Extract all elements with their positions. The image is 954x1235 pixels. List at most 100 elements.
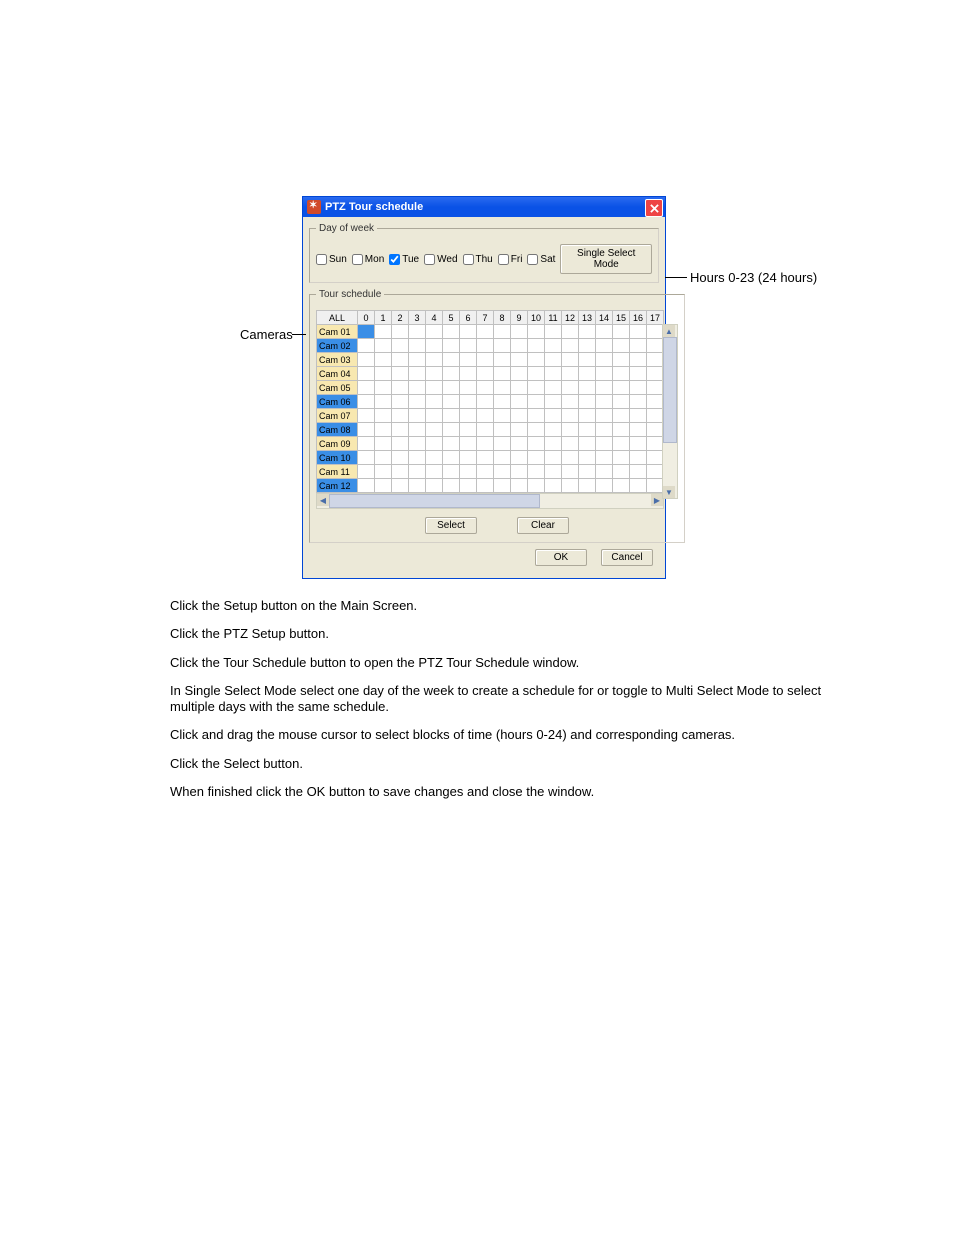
close-button[interactable] [645, 199, 663, 217]
grid-cell[interactable] [511, 339, 528, 353]
grid-cell[interactable] [460, 367, 477, 381]
select-button[interactable]: Select [425, 517, 477, 534]
grid-cell[interactable] [409, 479, 426, 493]
grid-cell[interactable] [630, 367, 647, 381]
hour-column-header[interactable]: 12 [562, 311, 579, 325]
grid-cell[interactable] [528, 325, 545, 339]
grid-corner[interactable]: ALL [317, 311, 358, 325]
camera-row-header[interactable]: Cam 12 [317, 479, 358, 493]
grid-cell[interactable] [562, 479, 579, 493]
grid-cell[interactable] [443, 409, 460, 423]
day-checkbox-fri[interactable]: Fri [498, 254, 523, 265]
grid-cell[interactable] [358, 465, 375, 479]
day-checkbox-input[interactable] [352, 254, 363, 265]
scroll-left-icon[interactable]: ◀ [317, 494, 329, 506]
grid-cell[interactable] [460, 381, 477, 395]
grid-cell[interactable] [460, 339, 477, 353]
grid-cell[interactable] [562, 423, 579, 437]
grid-cell[interactable] [613, 409, 630, 423]
grid-cell[interactable] [494, 367, 511, 381]
grid-cell[interactable] [579, 479, 596, 493]
hour-column-header[interactable]: 13 [579, 311, 596, 325]
grid-cell[interactable] [477, 325, 494, 339]
hour-column-header[interactable]: 8 [494, 311, 511, 325]
grid-cell[interactable] [511, 325, 528, 339]
grid-cell[interactable] [460, 409, 477, 423]
grid-cell[interactable] [613, 339, 630, 353]
grid-cell[interactable] [375, 437, 392, 451]
grid-cell[interactable] [375, 381, 392, 395]
grid-cell[interactable] [494, 353, 511, 367]
grid-cell[interactable] [579, 437, 596, 451]
grid-cell[interactable] [630, 339, 647, 353]
grid-cell[interactable] [494, 395, 511, 409]
grid-cell[interactable] [562, 465, 579, 479]
grid-cell[interactable] [375, 479, 392, 493]
grid-cell[interactable] [545, 451, 562, 465]
grid-cell[interactable] [426, 409, 443, 423]
grid-cell[interactable] [426, 437, 443, 451]
camera-row-header[interactable]: Cam 07 [317, 409, 358, 423]
grid-cell[interactable] [358, 423, 375, 437]
grid-cell[interactable] [647, 339, 664, 353]
grid-cell[interactable] [477, 395, 494, 409]
grid-cell[interactable] [613, 423, 630, 437]
grid-cell[interactable] [579, 423, 596, 437]
grid-cell[interactable] [613, 367, 630, 381]
grid-cell[interactable] [460, 353, 477, 367]
day-checkbox-sat[interactable]: Sat [527, 254, 555, 265]
grid-cell[interactable] [511, 409, 528, 423]
camera-row-header[interactable]: Cam 01 [317, 325, 358, 339]
grid-cell[interactable] [613, 381, 630, 395]
hour-column-header[interactable]: 6 [460, 311, 477, 325]
grid-cell[interactable] [375, 423, 392, 437]
camera-row-header[interactable]: Cam 04 [317, 367, 358, 381]
camera-row-header[interactable]: Cam 03 [317, 353, 358, 367]
grid-cell[interactable] [545, 465, 562, 479]
grid-cell[interactable] [426, 395, 443, 409]
grid-cell[interactable] [596, 395, 613, 409]
grid-cell[interactable] [409, 325, 426, 339]
grid-cell[interactable] [358, 395, 375, 409]
grid-cell[interactable] [545, 353, 562, 367]
grid-cell[interactable] [443, 339, 460, 353]
grid-cell[interactable] [426, 339, 443, 353]
grid-cell[interactable] [409, 451, 426, 465]
grid-cell[interactable] [562, 437, 579, 451]
grid-cell[interactable] [375, 367, 392, 381]
grid-cell[interactable] [528, 451, 545, 465]
grid-cell[interactable] [392, 409, 409, 423]
grid-cell[interactable] [579, 395, 596, 409]
horizontal-scrollbar[interactable]: ◀ ▶ [316, 493, 664, 509]
grid-cell[interactable] [562, 367, 579, 381]
grid-cell[interactable] [409, 381, 426, 395]
grid-cell[interactable] [613, 325, 630, 339]
hour-column-header[interactable]: 4 [426, 311, 443, 325]
day-checkbox-sun[interactable]: Sun [316, 254, 347, 265]
grid-cell[interactable] [596, 367, 613, 381]
day-checkbox-input[interactable] [463, 254, 474, 265]
grid-cell[interactable] [630, 451, 647, 465]
grid-cell[interactable] [477, 339, 494, 353]
grid-cell[interactable] [392, 465, 409, 479]
vscroll-track[interactable] [663, 337, 677, 486]
grid-cell[interactable] [596, 423, 613, 437]
scroll-down-icon[interactable]: ▼ [663, 486, 675, 498]
grid-cell[interactable] [494, 423, 511, 437]
grid-cell[interactable] [511, 423, 528, 437]
vertical-scrollbar[interactable]: ▲ ▼ [662, 324, 678, 499]
hscroll-thumb[interactable] [329, 494, 540, 508]
grid-cell[interactable] [613, 437, 630, 451]
grid-cell[interactable] [409, 423, 426, 437]
grid-cell[interactable] [511, 395, 528, 409]
grid-cell[interactable] [545, 423, 562, 437]
day-checkbox-mon[interactable]: Mon [352, 254, 384, 265]
grid-cell[interactable] [562, 381, 579, 395]
hour-column-header[interactable]: 14 [596, 311, 613, 325]
day-checkbox-input[interactable] [389, 254, 400, 265]
grid-cell[interactable] [358, 325, 375, 339]
grid-cell[interactable] [528, 423, 545, 437]
camera-row-header[interactable]: Cam 08 [317, 423, 358, 437]
grid-cell[interactable] [375, 395, 392, 409]
grid-cell[interactable] [392, 381, 409, 395]
